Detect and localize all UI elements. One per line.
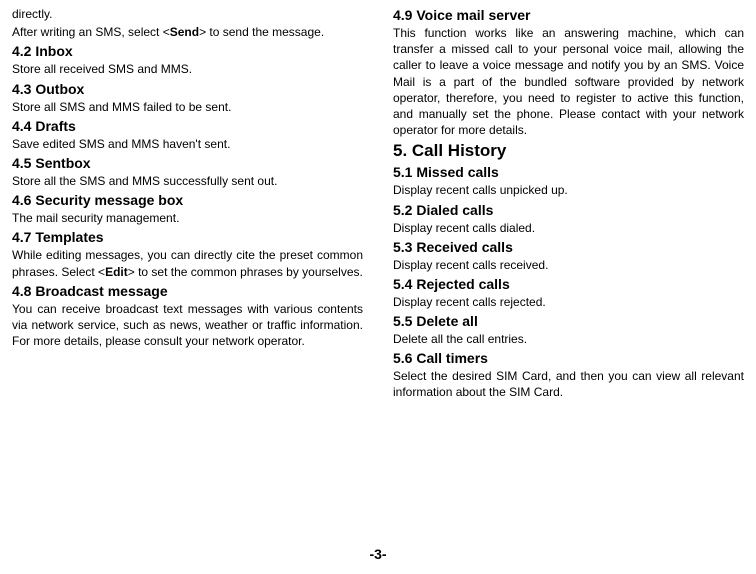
heading-4-2: 4.2 Inbox: [12, 43, 363, 59]
page-columns: directly. After writing an SMS, select <…: [0, 0, 756, 540]
page-number: -3-: [0, 546, 756, 562]
heading-4-7: 4.7 Templates: [12, 229, 363, 245]
text-5-6: Select the desired SIM Card, and then yo…: [393, 368, 744, 400]
heading-4-5: 4.5 Sentbox: [12, 155, 363, 171]
text-5-1: Display recent calls unpicked up.: [393, 182, 744, 198]
heading-5: 5. Call History: [393, 141, 744, 161]
text-4-7: While editing messages, you can directly…: [12, 247, 363, 279]
text-directly: directly.: [12, 6, 363, 22]
text-4-5: Store all the SMS and MMS successfully s…: [12, 173, 363, 189]
text-4-2: Store all received SMS and MMS.: [12, 61, 363, 77]
heading-4-8: 4.8 Broadcast message: [12, 283, 363, 299]
text-4-6: The mail security management.: [12, 210, 363, 226]
heading-5-1: 5.1 Missed calls: [393, 164, 744, 180]
text-5-2: Display recent calls dialed.: [393, 220, 744, 236]
heading-5-5: 5.5 Delete all: [393, 313, 744, 329]
heading-5-6: 5.6 Call timers: [393, 350, 744, 366]
heading-5-3: 5.3 Received calls: [393, 239, 744, 255]
text-5-5: Delete all the call entries.: [393, 331, 744, 347]
text-4-7-post: > to set the common phrases by yourselve…: [128, 265, 363, 279]
text-after-sms: After writing an SMS, select <Send> to s…: [12, 24, 363, 40]
left-column: directly. After writing an SMS, select <…: [12, 4, 363, 540]
right-column: 4.9 Voice mail server This function work…: [393, 4, 744, 540]
heading-5-4: 5.4 Rejected calls: [393, 276, 744, 292]
text-5-4: Display recent calls rejected.: [393, 294, 744, 310]
text-after-sms-pre: After writing an SMS, select <: [12, 25, 170, 39]
heading-4-4: 4.4 Drafts: [12, 118, 363, 134]
text-5-3: Display recent calls received.: [393, 257, 744, 273]
heading-4-6: 4.6 Security message box: [12, 192, 363, 208]
text-4-4: Save edited SMS and MMS haven't sent.: [12, 136, 363, 152]
heading-5-2: 5.2 Dialed calls: [393, 202, 744, 218]
heading-4-9: 4.9 Voice mail server: [393, 7, 744, 23]
text-send-bold: Send: [170, 25, 199, 39]
text-after-sms-post: > to send the message.: [199, 25, 324, 39]
text-4-3: Store all SMS and MMS failed to be sent.: [12, 99, 363, 115]
heading-4-3: 4.3 Outbox: [12, 81, 363, 97]
text-4-9: This function works like an answering ma…: [393, 25, 744, 138]
text-4-8: You can receive broadcast text messages …: [12, 301, 363, 350]
text-edit-bold: Edit: [105, 265, 128, 279]
